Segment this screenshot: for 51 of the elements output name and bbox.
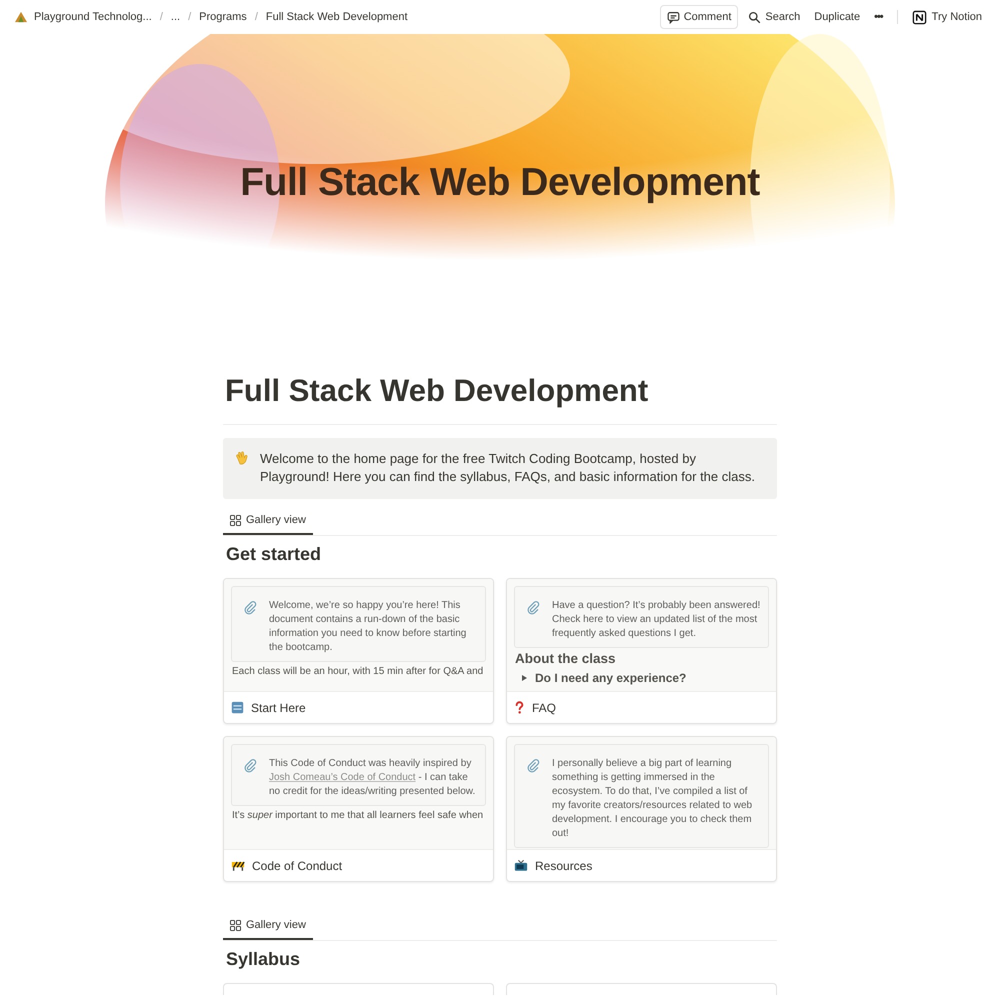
more-button[interactable]: ••• <box>870 8 887 26</box>
view-tab[interactable]: Gallery view <box>223 913 313 940</box>
waving-hand-icon <box>234 451 250 467</box>
callout-text: I personally believe a big part of learning something is getting immersed in the ecosystem. To do that, I’ve compiled a list of my favorite creators/resources related to web development. I encourage you to check them out! <box>552 757 754 841</box>
view-tab[interactable]: Gallery view <box>223 508 313 535</box>
gallery-card[interactable]: Have a question? It’s probably been answered! Check here to view an updated list of the most frequently asked questions I get. About the class Do I need any experience? FAQ <box>506 578 777 724</box>
gallery-card[interactable] <box>223 736 494 882</box>
preview-text: Each class will be an hour, with 15 min after for Q&A and <box>231 665 484 679</box>
callout-text: Welcome, we’re so happy you’re here! This document contains a run-down of the basic information you need to know before starting the bootcamp. <box>269 599 468 655</box>
paperclip-icon <box>243 600 257 615</box>
breadcrumb-link[interactable]: Full Stack Web Development <box>266 8 408 26</box>
question-mark-icon <box>514 701 525 714</box>
search-button[interactable]: Search <box>744 8 804 26</box>
card-title: FAQ <box>532 700 556 717</box>
breadcrumb-link[interactable]: Playground Technolog... <box>34 8 152 26</box>
preview-text: It’s super important to me that all learners feel safe when <box>231 809 484 823</box>
section-heading: Get started <box>225 543 322 566</box>
breadcrumb-separator: / <box>254 10 258 25</box>
gallery-grid-icon <box>230 920 241 931</box>
television-icon <box>514 859 528 872</box>
breadcrumb-link[interactable]: Programs <box>199 8 247 26</box>
preview-heading: About the class <box>514 650 617 668</box>
card-title: Resources <box>535 858 592 875</box>
callout-text: Welcome to the home page for the free Twitch Coding Bootcamp, hosted by Playground! Here you can find the syllabus, FAQs, and basic information for the class. <box>260 450 756 486</box>
tent-icon <box>14 11 28 23</box>
gallery-card[interactable] <box>223 578 494 724</box>
gallery-card[interactable] <box>506 736 777 882</box>
cover-title: Full Stack Web Development <box>240 160 760 206</box>
callout-text: Have a question? It’s probably been answered! Check here to view an updated list of the most frequently asked questions I get. <box>552 599 762 641</box>
breadcrumb-link[interactable]: ... <box>170 8 180 26</box>
paperclip-icon <box>243 758 257 773</box>
breadcrumb-separator: / <box>160 10 163 25</box>
search-icon <box>748 10 762 24</box>
comment-icon <box>666 10 680 24</box>
section-heading: Syllabus <box>225 948 302 971</box>
callout-text: This Code of Conduct was heavily inspired by Josh Comeau’s Code of Conduct - I can take no credit for the ideas/writing presented below. <box>269 757 476 799</box>
new-sign-icon <box>231 701 244 714</box>
gallery-grid-icon <box>230 515 241 526</box>
card-title: Code of Conduct <box>252 858 342 875</box>
collapsed-triangle-icon[interactable] <box>522 675 527 681</box>
page-title: Full Stack Web Development <box>223 371 777 425</box>
paperclip-icon <box>526 758 540 773</box>
paperclip-icon <box>526 600 540 615</box>
duplicate-button[interactable]: Duplicate <box>810 8 864 26</box>
try-notion-button[interactable]: Try Notion <box>908 8 986 26</box>
card-title: Start Here <box>251 700 306 717</box>
toggle-heading[interactable]: Do I need any experience? <box>535 669 686 687</box>
barrier-icon <box>231 859 245 872</box>
comment-button[interactable]: Comment <box>660 5 738 29</box>
notion-logo-icon <box>912 10 927 24</box>
breadcrumb-separator: / <box>188 10 192 25</box>
